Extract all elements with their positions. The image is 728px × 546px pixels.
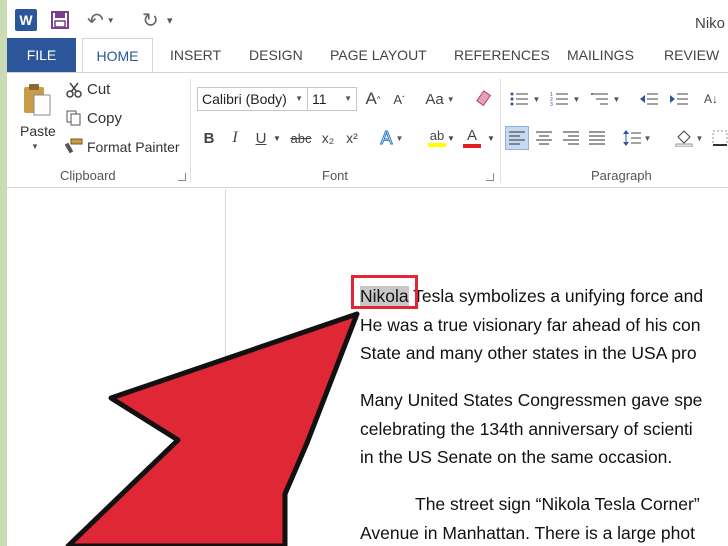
font-group-label: Font — [322, 168, 349, 183]
italic-button[interactable]: I — [225, 126, 245, 150]
pointer-arrow-icon — [65, 311, 360, 546]
shading-icon[interactable]: ▼ — [671, 126, 707, 150]
paragraph-group-label: Paragraph — [591, 168, 652, 183]
paste-label[interactable]: Paste — [20, 123, 56, 139]
tab-references[interactable]: REFERENCES — [454, 38, 550, 73]
document-title: Niko — [695, 15, 726, 32]
font-name-value: Calibri (Body) — [202, 91, 287, 107]
strikethrough-button[interactable]: abc — [287, 126, 315, 150]
clear-formatting-icon[interactable] — [471, 87, 495, 111]
numbering-icon[interactable]: 1 2 3 ▼ — [547, 87, 583, 111]
title-bar: W ↶ ▼ ↻ ▾ Niko — [7, 0, 728, 38]
font-color-dropdown-icon[interactable]: ▼ — [485, 126, 497, 150]
word-logo-icon: W — [15, 9, 37, 31]
superscript-button[interactable]: x² — [341, 126, 363, 150]
align-center-button[interactable] — [532, 126, 556, 150]
ribbon-home: Paste ▼ Cut Copy Format Painter Clipboar… — [7, 72, 728, 188]
bullets-icon[interactable]: ▼ — [507, 87, 543, 111]
font-size-value: 11 — [312, 91, 327, 107]
justify-button[interactable] — [585, 126, 609, 150]
decrease-indent-icon[interactable] — [637, 87, 661, 111]
tab-insert[interactable]: INSERT — [170, 38, 221, 73]
text-effects-icon[interactable]: A ▼ — [377, 126, 407, 150]
change-case-icon[interactable]: Aa ▼ — [422, 87, 458, 111]
redo-icon[interactable]: ↻ — [142, 9, 159, 32]
bold-button[interactable]: B — [199, 126, 219, 150]
save-icon[interactable] — [51, 9, 69, 31]
font-launcher-icon[interactable] — [486, 173, 494, 181]
clipboard-launcher-icon[interactable] — [178, 173, 186, 181]
tab-review[interactable]: REVIEW — [664, 38, 719, 73]
tab-design[interactable]: DESIGN — [249, 38, 303, 73]
underline-dropdown-icon[interactable]: ▼ — [271, 126, 283, 150]
ribbon-tabs: FILE HOME INSERT DESIGN PAGE LAYOUT REFE… — [7, 38, 728, 74]
customize-quick-access-icon[interactable]: ▾ — [167, 9, 173, 31]
group-divider — [190, 79, 191, 183]
tab-file[interactable]: FILE — [7, 38, 76, 73]
undo-icon[interactable]: ↶ ▼ — [87, 9, 115, 32]
format-painter-label[interactable]: Format Painter — [87, 139, 180, 155]
tab-home[interactable]: HOME — [82, 38, 153, 74]
svg-text:3: 3 — [550, 102, 553, 107]
paste-icon[interactable] — [21, 81, 53, 117]
underline-button[interactable]: U — [251, 126, 271, 150]
font-size-dropdown[interactable]: 11 ▼ — [307, 87, 357, 111]
cut-icon[interactable] — [65, 81, 83, 99]
subscript-button[interactable]: x₂ — [317, 126, 339, 150]
font-color-icon[interactable]: A — [459, 126, 485, 150]
chevron-down-icon: ▼ — [344, 94, 352, 103]
chevron-down-icon: ▼ — [295, 94, 303, 103]
font-name-dropdown[interactable]: Calibri (Body) ▼ — [197, 87, 308, 111]
word-window: W ↶ ▼ ↻ ▾ Niko FILE HOME INSERT DESIGN PA… — [7, 0, 728, 546]
grow-font-icon[interactable]: A ^ — [362, 87, 384, 111]
clipboard-group-label: Clipboard — [60, 168, 116, 183]
tab-page-layout[interactable]: PAGE LAYOUT — [330, 38, 427, 73]
borders-icon[interactable] — [711, 126, 728, 150]
copy-label[interactable]: Copy — [87, 110, 122, 127]
align-left-button[interactable] — [505, 126, 529, 150]
copy-icon[interactable] — [65, 109, 83, 127]
sort-icon[interactable]: A↓ — [699, 87, 723, 111]
multilevel-list-icon[interactable]: ▼ — [587, 87, 623, 111]
increase-indent-icon[interactable] — [667, 87, 691, 111]
shrink-font-icon[interactable]: Aˇ — [388, 87, 410, 111]
tab-mailings[interactable]: MAILINGS — [567, 38, 634, 73]
align-right-button[interactable] — [559, 126, 583, 150]
group-divider — [500, 79, 501, 183]
highlight-dropdown-icon[interactable]: ▼ — [445, 126, 457, 150]
line-spacing-icon[interactable]: ▼ — [619, 126, 655, 150]
cut-label[interactable]: Cut — [87, 81, 110, 98]
paste-dropdown-icon[interactable]: ▼ — [31, 142, 39, 151]
document-area: Nikola Tesla symbolizes a unifying force… — [7, 189, 728, 546]
format-painter-icon[interactable] — [65, 137, 83, 155]
